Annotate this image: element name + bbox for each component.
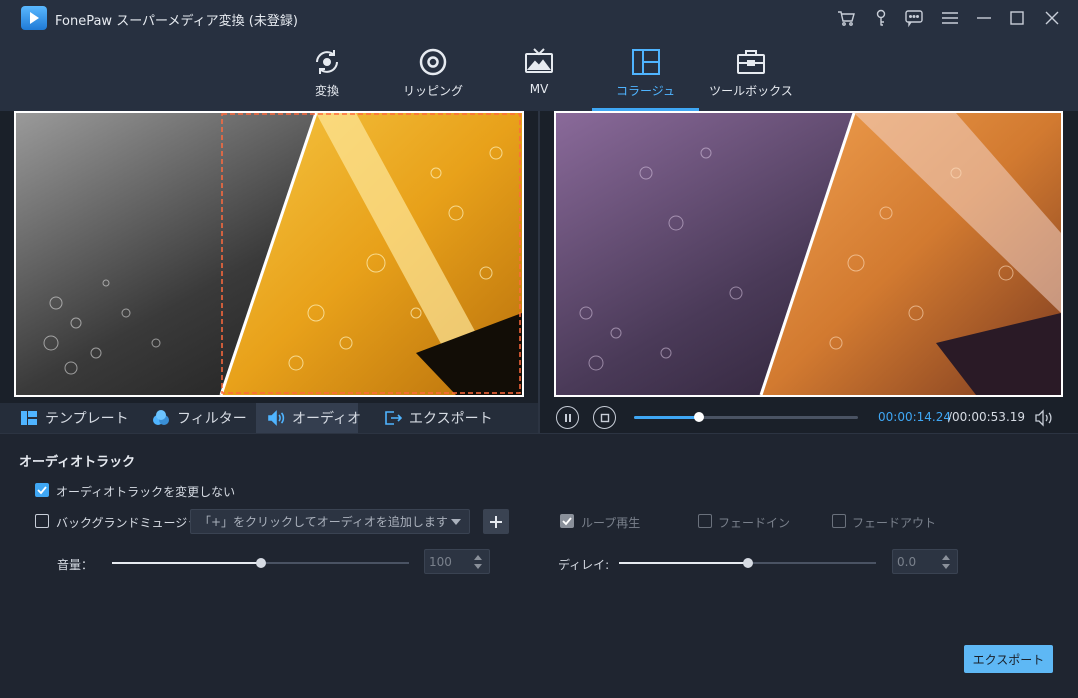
stop-button[interactable]	[593, 406, 616, 429]
delay-spinbox[interactable]: 0.0	[892, 549, 958, 574]
check-icon	[37, 486, 47, 495]
minimize-icon[interactable]	[974, 8, 994, 28]
editor-tabs: テンプレート フィルター オーディオ エクスポート	[0, 403, 538, 433]
convert-icon	[311, 46, 343, 78]
template-icon	[20, 409, 38, 427]
chevron-down-icon	[451, 519, 461, 525]
nav-toolbox[interactable]: ツールボックス	[709, 36, 793, 111]
menu-icon[interactable]	[940, 8, 960, 28]
close-icon[interactable]	[1042, 8, 1062, 28]
keep-track-checkbox[interactable]	[35, 483, 49, 497]
total-time: /00:00:53.19	[948, 410, 1026, 424]
maximize-icon[interactable]	[1007, 8, 1027, 28]
nav-collage[interactable]: コラージュ	[592, 36, 699, 111]
tv-icon	[523, 46, 555, 78]
tab-template[interactable]: テンプレート	[20, 403, 129, 433]
pause-button[interactable]	[556, 406, 579, 429]
check-icon	[562, 517, 572, 526]
audio-icon	[267, 409, 285, 427]
output-preview[interactable]	[554, 111, 1063, 397]
spin-up-icon[interactable]	[474, 555, 482, 560]
fadein-checkbox[interactable]	[698, 514, 712, 528]
collage-editor: テンプレート フィルター オーディオ エクスポート	[0, 111, 538, 433]
delay-slider-knob[interactable]	[742, 558, 753, 568]
title-bar: FonePaw スーパーメディア変換 (未登録)	[0, 0, 1078, 36]
fadein-label: フェードイン	[718, 516, 791, 530]
loop-checkbox[interactable]	[560, 514, 574, 528]
player-controls: 00:00:14.24 /00:00:53.19	[540, 403, 1078, 433]
main-nav: 変換 リッピング MV コラージュ ツールボックス	[0, 36, 1078, 111]
export-icon	[384, 409, 403, 427]
spin-up-icon[interactable]	[942, 555, 950, 560]
collage-icon	[630, 46, 662, 78]
filter-icon	[152, 409, 170, 427]
volume-label: 音量：	[57, 558, 94, 572]
output-preview-panel: 00:00:14.24 /00:00:53.19	[540, 111, 1078, 433]
playback-progress[interactable]	[634, 412, 858, 422]
audio-section-title: オーディオトラック	[19, 455, 136, 470]
feedback-icon[interactable]	[904, 8, 924, 28]
app-logo-icon	[21, 6, 47, 30]
volume-spinbox[interactable]: 100	[424, 549, 490, 574]
loop-label: ループ再生	[581, 516, 641, 530]
cart-icon[interactable]	[836, 8, 856, 28]
toolbox-icon	[735, 46, 767, 78]
fadeout-label: フェードアウト	[852, 516, 937, 530]
progress-fill	[634, 416, 699, 419]
nav-convert[interactable]: 変換	[303, 36, 351, 111]
tab-audio[interactable]: オーディオ	[256, 403, 361, 433]
keep-track-label: オーディオトラックを変更しない	[56, 485, 236, 499]
current-time: 00:00:14.24	[878, 410, 951, 424]
stop-icon	[600, 413, 609, 422]
collage-editor-preview[interactable]	[14, 111, 524, 397]
bgm-checkbox[interactable]	[35, 514, 49, 528]
volume-slider[interactable]	[112, 558, 409, 568]
progress-knob[interactable]	[693, 412, 704, 422]
audio-settings: オーディオトラック オーディオトラックを変更しない バックグランドミュージック …	[0, 433, 1078, 698]
plus-icon	[490, 515, 502, 528]
disc-icon	[417, 46, 449, 78]
key-icon[interactable]	[871, 8, 891, 28]
fadeout-checkbox[interactable]	[832, 514, 846, 528]
spin-down-icon[interactable]	[474, 564, 482, 569]
nav-mv[interactable]: MV	[518, 36, 560, 111]
tab-filter[interactable]: フィルター	[152, 403, 247, 433]
spin-down-icon[interactable]	[942, 564, 950, 569]
add-audio-button[interactable]	[483, 509, 509, 534]
app-title: FonePaw スーパーメディア変換 (未登録)	[55, 14, 298, 29]
output-preview-image	[556, 113, 1061, 395]
delay-label: ディレイ:	[558, 558, 610, 572]
bgm-label: バックグランドミュージック	[56, 516, 212, 530]
tab-export[interactable]: エクスポート	[384, 403, 493, 433]
volume-slider-knob[interactable]	[255, 558, 266, 568]
delay-slider-fill	[619, 562, 748, 564]
volume-slider-fill	[112, 562, 261, 564]
bgm-select[interactable]: 「+」をクリックしてオーディオを追加します	[190, 509, 470, 534]
delay-slider[interactable]	[619, 558, 876, 568]
pause-icon	[564, 413, 571, 422]
nav-ripping[interactable]: リッピング	[403, 36, 463, 111]
volume-icon[interactable]	[1034, 409, 1054, 427]
collage-preview-image	[16, 113, 522, 395]
export-button[interactable]: エクスポート	[964, 645, 1053, 673]
